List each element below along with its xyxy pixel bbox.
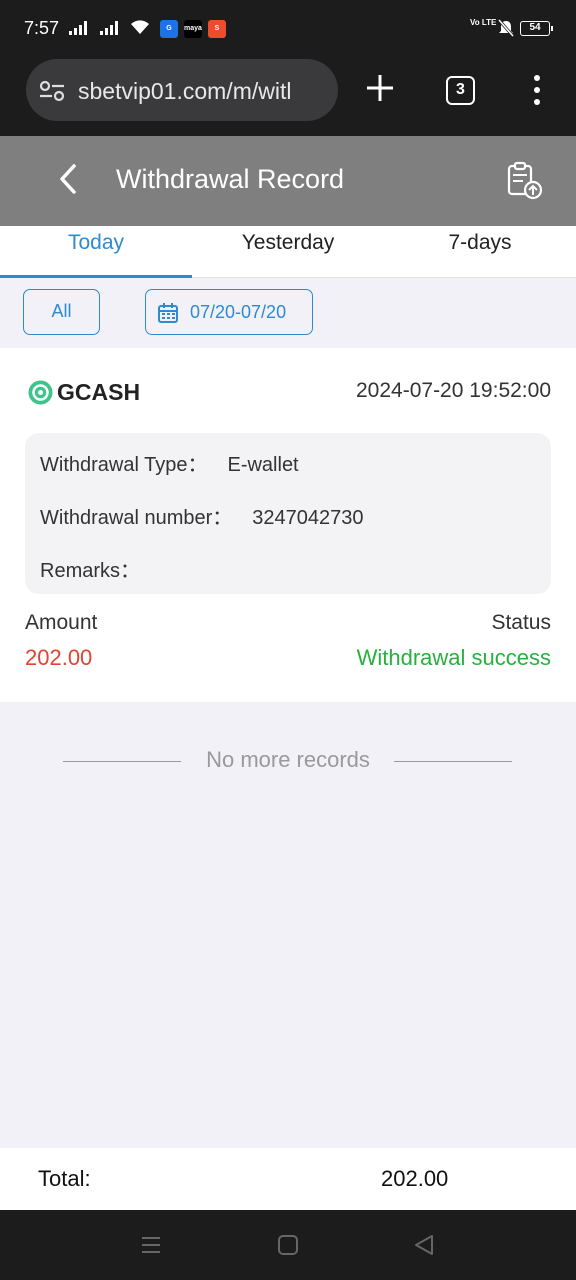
wifi-icon bbox=[131, 20, 149, 34]
date-range-button[interactable]: 07/20-07/20 bbox=[145, 289, 313, 335]
withdrawal-record-card[interactable]: GCASH 2024-07-20 19:52:00 Withdrawal Typ… bbox=[0, 348, 576, 702]
list-end-indicator: No more records bbox=[0, 746, 576, 776]
calendar-icon bbox=[158, 303, 178, 323]
recents-menu-icon[interactable] bbox=[140, 1234, 162, 1256]
volte-indicator: Vo LTE bbox=[470, 18, 497, 27]
total-value: 202.00 bbox=[381, 1166, 449, 1191]
record-datetime: 2024-07-20 19:52:00 bbox=[356, 379, 551, 402]
tab-today[interactable]: Today bbox=[0, 226, 192, 278]
tab-switcher-button[interactable]: 3 bbox=[446, 76, 475, 105]
maya-app-icon: maya bbox=[184, 20, 202, 38]
withdrawal-number-row: Withdrawal number： 3247042730 bbox=[40, 501, 364, 530]
payment-method-name: GCASH bbox=[57, 379, 141, 405]
withdrawal-number-label: Withdrawal number： bbox=[40, 507, 233, 529]
home-icon[interactable] bbox=[277, 1234, 299, 1256]
record-details: Withdrawal Type： E-wallet Withdrawal numb… bbox=[25, 433, 551, 594]
filter-all-button[interactable]: All bbox=[23, 289, 100, 335]
url-bar[interactable]: sbetvip01.com/m/witl bbox=[26, 59, 338, 121]
clipboard-upload-icon[interactable] bbox=[503, 160, 545, 202]
filter-bar: All 07/20-07/20 bbox=[0, 278, 576, 348]
withdrawal-type-value: E-wallet bbox=[227, 454, 299, 476]
bell-muted-icon bbox=[498, 19, 514, 37]
status-time: 7:57 bbox=[24, 18, 60, 38]
new-tab-button[interactable] bbox=[363, 71, 397, 105]
remarks-label: Remarks： bbox=[40, 560, 141, 582]
withdrawal-number-value: 3247042730 bbox=[252, 507, 364, 529]
system-nav-bar bbox=[0, 1210, 576, 1280]
withdrawal-type-row: Withdrawal Type： E-wallet bbox=[40, 448, 299, 477]
browser-toolbar: sbetvip01.com/m/witl 3 bbox=[0, 56, 576, 136]
amount-value: 202.00 bbox=[25, 645, 93, 670]
signal-icon-2 bbox=[100, 20, 118, 35]
gcash-app-icon: G bbox=[160, 20, 178, 38]
divider-right bbox=[394, 761, 512, 762]
page-title: Withdrawal Record bbox=[116, 164, 345, 194]
status-label: Status bbox=[491, 611, 551, 634]
no-more-records-text: No more records bbox=[206, 747, 370, 772]
remarks-row: Remarks： bbox=[40, 554, 160, 583]
signal-icon bbox=[69, 20, 87, 35]
site-settings-icon[interactable] bbox=[38, 79, 66, 103]
more-menu-icon[interactable] bbox=[532, 74, 542, 106]
tab-7-days[interactable]: 7-days bbox=[384, 226, 576, 277]
status-bar: 7:57 G maya S Vo LTE 54 bbox=[0, 0, 576, 56]
amount-label: Amount bbox=[25, 611, 98, 634]
url-text[interactable]: sbetvip01.com/m/witl bbox=[78, 78, 291, 105]
total-bar: Total: 202.00 bbox=[0, 1148, 576, 1210]
date-tabs: Today Yesterday 7-days bbox=[0, 226, 576, 278]
status-value: Withdrawal success bbox=[356, 645, 551, 670]
back-nav-icon[interactable] bbox=[413, 1234, 435, 1256]
shopee-app-icon: S bbox=[208, 20, 226, 38]
tab-yesterday[interactable]: Yesterday bbox=[192, 226, 384, 277]
total-label: Total: bbox=[38, 1166, 91, 1191]
page-header: Withdrawal Record bbox=[0, 136, 576, 226]
battery-indicator: 54 bbox=[520, 21, 553, 36]
date-range-text: 07/20-07/20 bbox=[190, 302, 287, 322]
gcash-logo-icon bbox=[28, 380, 53, 405]
withdrawal-type-label: Withdrawal Type： bbox=[40, 454, 208, 476]
back-arrow-icon[interactable] bbox=[52, 162, 86, 196]
